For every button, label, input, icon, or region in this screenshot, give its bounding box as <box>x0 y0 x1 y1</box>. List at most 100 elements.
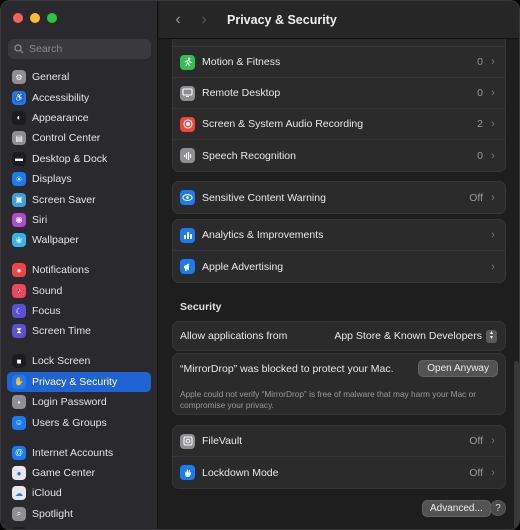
sidebar-item-sound[interactable]: ♪ Sound <box>7 281 151 301</box>
forward-button[interactable]: › <box>197 11 211 28</box>
row-label: Speech Recognition <box>202 149 296 162</box>
filevault-icon <box>180 433 195 449</box>
row-lockdown-mode[interactable]: Lockdown Mode Off › <box>173 457 505 488</box>
hand-icon <box>180 465 195 480</box>
sidebar-item-label: Appearance <box>32 111 89 124</box>
screen-saver-icon: ▣ <box>12 192 26 207</box>
row-value: 0 <box>477 149 483 162</box>
row-label: Sensitive Content Warning <box>202 191 326 204</box>
sidebar-item-notifications[interactable]: ● Notifications <box>7 260 151 280</box>
chevron-right-icon: › <box>491 56 495 68</box>
lock-icon: ■ <box>12 354 26 369</box>
back-button[interactable]: ‹ <box>171 11 185 28</box>
close-button[interactable] <box>13 13 23 23</box>
row-value: 2 <box>477 118 483 130</box>
dock-icon: ▬ <box>12 151 26 166</box>
sidebar-item-label: Users & Groups <box>32 416 107 429</box>
chevron-right-icon: › <box>491 229 495 241</box>
chevron-right-icon: › <box>491 435 495 447</box>
zoom-button[interactable] <box>47 13 57 23</box>
sidebar-item-label: Control Center <box>32 132 101 145</box>
row-motion-fitness[interactable]: Motion & Fitness 0 › <box>173 47 505 78</box>
game-center-icon: ● <box>12 466 26 480</box>
chevron-right-icon: › <box>491 149 495 162</box>
sidebar-list: ⚙ General ♿ Accessibility ◐ Appearance ▤ Contro… <box>7 67 151 529</box>
search-icon <box>14 44 24 54</box>
sidebar-item-displays[interactable]: ☀ Displays <box>7 169 151 189</box>
traffic-lights <box>13 13 57 23</box>
help-button[interactable]: ? <box>490 500 506 516</box>
sidebar-item-appearance[interactable]: ◐ Appearance <box>7 108 151 128</box>
allow-apps-group: Allow applications from App Store & Know… <box>172 321 506 351</box>
row-allow-applications: Allow applications from App Store & Know… <box>173 322 505 350</box>
security-options-group: FileVault Off › Lockdown Mode Off › <box>172 425 506 489</box>
row-sensitive-content[interactable]: Sensitive Content Warning Off › <box>173 182 505 213</box>
search-input[interactable] <box>29 43 139 55</box>
sidebar-item-label: Internet Accounts <box>32 446 114 459</box>
sidebar-item-label: Login Password <box>32 396 107 409</box>
sidebar-item-general[interactable]: ⚙ General <box>7 67 151 87</box>
open-anyway-button[interactable]: Open Anyway <box>418 360 498 377</box>
key-icon: • <box>12 395 26 410</box>
sidebar-item-label: Sound <box>32 284 63 297</box>
row-remote-desktop[interactable]: Remote Desktop 0 › <box>173 78 505 109</box>
sidebar-item-game-center[interactable]: ● Game Center <box>7 463 151 483</box>
sidebar-item-users-groups[interactable]: ☺ Users & Groups <box>7 412 151 432</box>
row-label: Apple Advertising <box>202 260 284 273</box>
megaphone-icon <box>180 259 195 274</box>
sidebar-item-screen-time[interactable]: ⧗ Screen Time <box>7 321 151 341</box>
row-label: Motion & Fitness <box>202 56 281 68</box>
row-label: Analytics & Improvements <box>202 229 324 241</box>
waveform-icon <box>180 148 195 163</box>
search-field[interactable] <box>8 39 151 59</box>
sidebar-item-login-password[interactable]: • Login Password <box>7 392 151 412</box>
bell-icon: ● <box>12 263 26 278</box>
sidebar-item-wallet-apple-pay[interactable]: ▭Wallet & Apple Pay <box>7 524 151 529</box>
row-advertising[interactable]: Apple Advertising › <box>173 251 505 282</box>
wallpaper-icon: ❀ <box>12 233 26 248</box>
sidebar-item-icloud[interactable]: ☁ iCloud <box>7 483 151 503</box>
row-screen-system-audio-recording[interactable]: Screen & System Audio Recording 2 › <box>173 109 505 140</box>
sidebar-item-label: Wallpaper <box>32 234 79 247</box>
main-pane: ‹ › Privacy & Security Motion & Fitness 0… <box>159 1 519 529</box>
chevron-right-icon: › <box>491 191 495 204</box>
gear-icon: ⚙ <box>12 70 26 85</box>
content-scroll[interactable]: Motion & Fitness 0 › Remote Desktop 0 › Screen… <box>159 39 519 529</box>
row-filevault[interactable]: FileVault Off › <box>173 426 505 457</box>
chevron-right-icon: › <box>491 466 495 479</box>
sidebar-item-privacy-security[interactable]: ✋ Privacy & Security <box>7 371 151 393</box>
appearance-icon: ◐ <box>12 110 26 125</box>
sidebar-item-label: Siri <box>32 213 48 226</box>
minimize-button[interactable] <box>30 13 40 23</box>
sidebar-item-control-center[interactable]: ▤ Control Center <box>7 128 151 148</box>
sidebar-item-label: General <box>32 71 70 84</box>
row-value: Off <box>469 191 483 204</box>
row-label: Remote Desktop <box>202 87 281 99</box>
sidebar-item-label: Screen Saver <box>32 193 96 206</box>
chevron-right-icon: › <box>491 87 495 99</box>
sidebar-item-screen-saver[interactable]: ▣ Screen Saver <box>7 189 151 209</box>
sensitive-group: Sensitive Content Warning Off › <box>172 181 506 214</box>
allow-apps-popup[interactable]: App Store & Known Developers ▴ ▾ <box>334 329 497 343</box>
row-analytics[interactable]: Analytics & Improvements › <box>173 220 505 251</box>
sidebar-item-lock-screen[interactable]: ■ Lock Screen <box>7 351 151 371</box>
sidebar-item-label: Displays <box>32 173 72 186</box>
sidebar-item-focus[interactable]: ☾ Focus <box>7 301 151 321</box>
advanced-button[interactable]: Advanced... <box>422 500 491 517</box>
sidebar-item-wallpaper[interactable]: ❀ Wallpaper <box>7 230 151 250</box>
cloud-icon: ☁ <box>12 486 26 501</box>
sidebar-item-label: iCloud <box>32 487 62 500</box>
sidebar-item-label: Game Center <box>32 467 96 479</box>
chart-icon <box>180 227 195 243</box>
sidebar-item-accessibility[interactable]: ♿ Accessibility <box>7 87 151 107</box>
sidebar-item-internet-accounts[interactable]: @ Internet Accounts <box>7 442 151 462</box>
scrollbar[interactable] <box>514 361 519 529</box>
sidebar-item-spotlight[interactable]: ⌕ Spotlight <box>7 504 151 524</box>
accessibility-icon: ♿ <box>12 90 26 105</box>
clipped-row[interactable] <box>173 39 505 47</box>
sidebar-item-desktop-dock[interactable]: ▬ Desktop & Dock <box>7 149 151 169</box>
sidebar-item-siri[interactable]: ◉ Siri <box>7 210 151 230</box>
sidebar-item-label: Lock Screen <box>32 355 91 368</box>
row-speech-recognition[interactable]: Speech Recognition 0 › <box>173 140 505 171</box>
remote-desktop-icon <box>180 85 195 101</box>
